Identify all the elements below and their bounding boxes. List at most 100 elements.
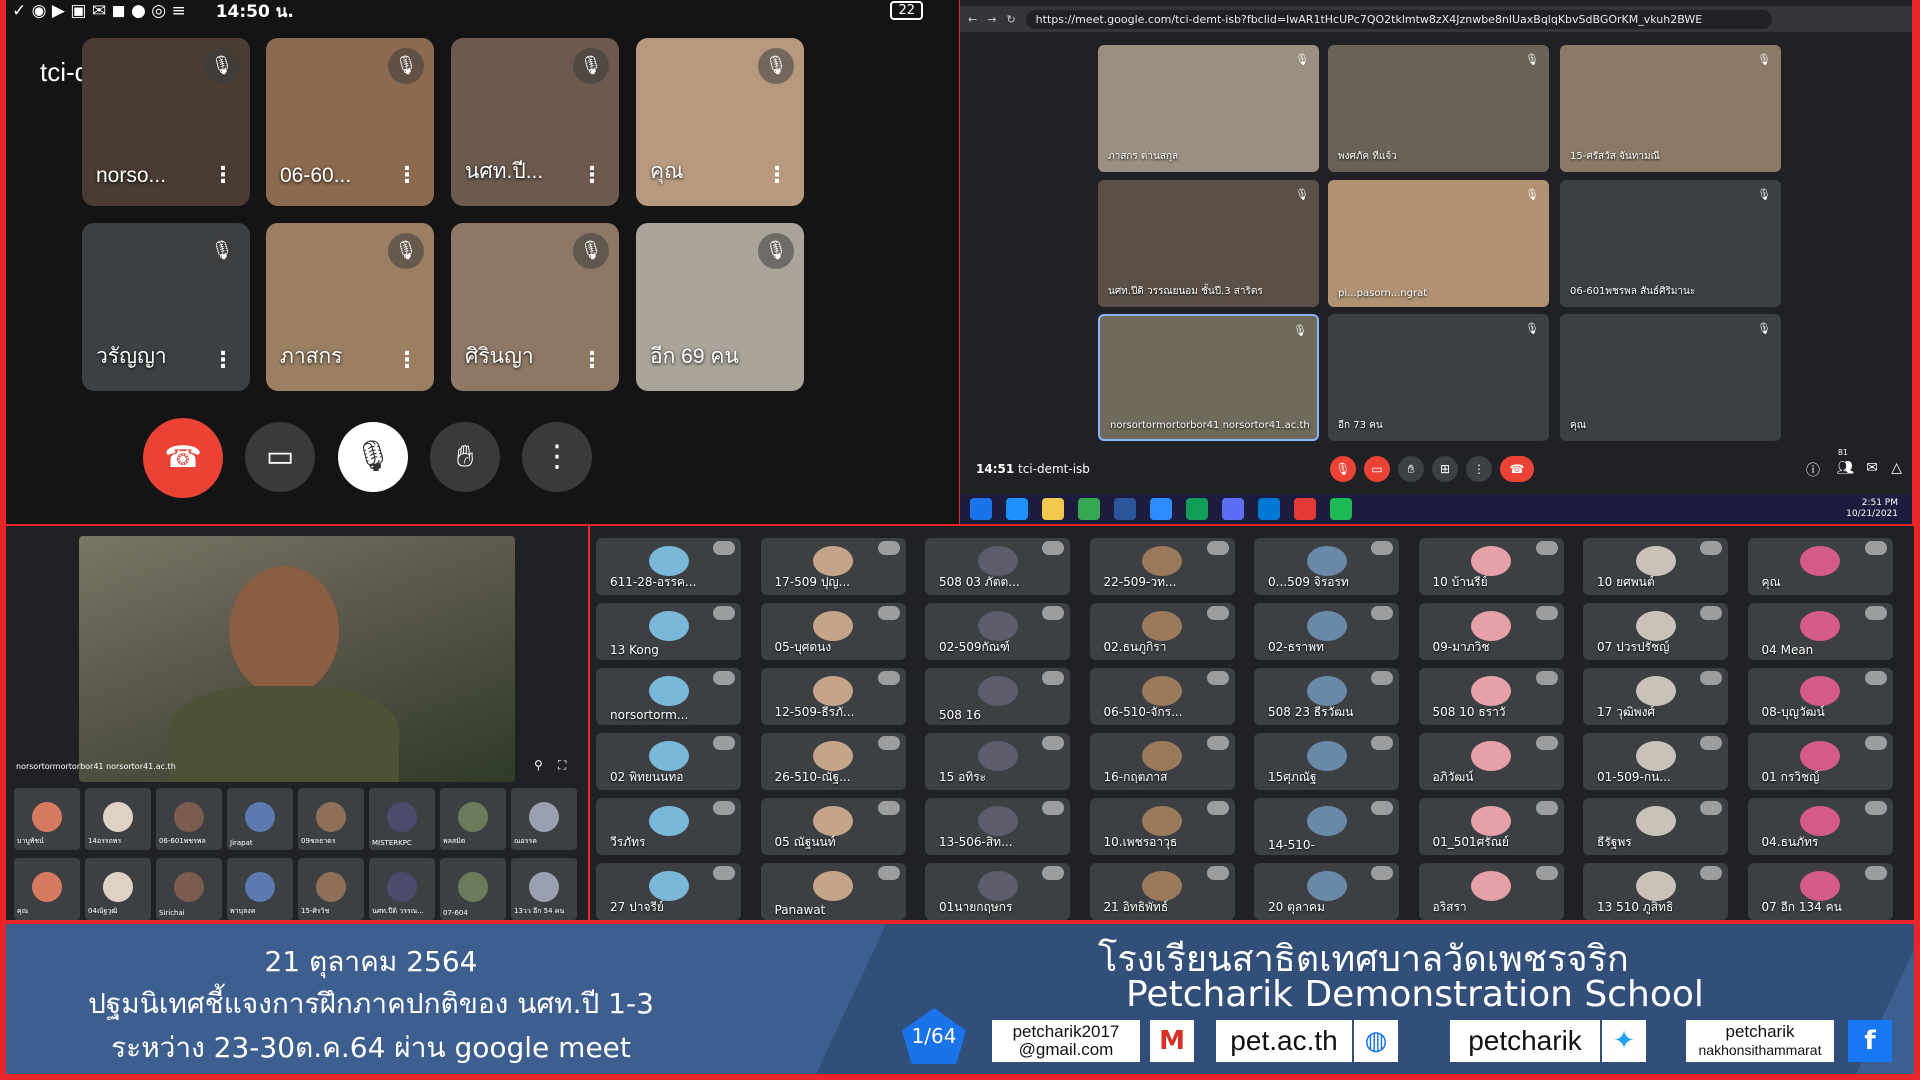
grid-participant-tile[interactable]: 20 ตุลาคม: [1254, 863, 1399, 920]
raise-hand-button[interactable]: ✋︎: [430, 422, 500, 492]
mini-participant-tile[interactable]: นศท.ปีดิ วรรณ...: [369, 858, 435, 920]
mini-participant-tile[interactable]: 13วว อีก 54 คน: [511, 858, 577, 920]
mini-participant-tile[interactable]: 15-ศิรวิช: [298, 858, 364, 920]
browser-participant-tile[interactable]: 🎙︎ norsortormortorbor41 norsortor41.ac.th: [1098, 314, 1319, 441]
mini-participant-tile[interactable]: พาบุลงค: [227, 858, 293, 920]
grid-participant-tile[interactable]: 16-กฤตภาส: [1089, 733, 1235, 790]
grid-participant-tile[interactable]: 07 ปวรปรัชญ์: [1583, 603, 1728, 660]
grid-participant-tile[interactable]: 09-มาภวิช: [1418, 603, 1564, 660]
people-icon[interactable]: 👥︎: [1836, 460, 1854, 476]
grid-participant-tile[interactable]: วีรภัทร: [596, 798, 741, 855]
grid-participant-tile[interactable]: 15 อทิระ: [925, 733, 1070, 790]
grid-participant-tile[interactable]: 508 10 ธราวั: [1418, 668, 1564, 725]
grid-participant-tile[interactable]: อภิวัฒน์: [1418, 733, 1564, 790]
present-button[interactable]: ⊞: [1432, 456, 1458, 482]
grid-participant-tile[interactable]: 01-509-กน...: [1583, 733, 1728, 790]
grid-participant-tile[interactable]: 12-509-ธีรภั...: [760, 668, 906, 725]
grid-participant-tile[interactable]: 04.ธนภัทร: [1747, 798, 1893, 855]
mini-participant-tile[interactable]: MISTERKPC: [369, 788, 435, 850]
fullscreen-icon[interactable]: ⛶: [558, 758, 566, 773]
zoom-icon[interactable]: [1150, 498, 1172, 520]
mini-participant-tile[interactable]: 14อรรถพร: [85, 788, 151, 850]
grid-participant-tile[interactable]: 508 23 ธีรวัฒน: [1254, 668, 1399, 725]
grid-participant-tile[interactable]: 21 อิทธิพัทธ์: [1089, 863, 1235, 920]
leave-call-button[interactable]: ☎: [1500, 456, 1534, 482]
word-icon[interactable]: [1114, 498, 1136, 520]
edge-icon[interactable]: [1006, 498, 1028, 520]
participant-menu-icon[interactable]: ⋮: [212, 348, 234, 373]
browser-participant-tile[interactable]: 🎙︎ pi...pasorn...ngrat: [1328, 180, 1549, 307]
grid-participant-tile[interactable]: 02 พิทยนนทอ: [596, 733, 741, 790]
mic-off-button[interactable]: 🎙︎: [1330, 456, 1356, 482]
grid-participant-tile[interactable]: อริสรา: [1418, 863, 1564, 920]
mini-participant-tile[interactable]: บาบูพัชน์: [14, 788, 80, 850]
reload-icon[interactable]: ↻: [1006, 13, 1015, 26]
grid-participant-tile[interactable]: 10 ยศพนต์: [1583, 538, 1728, 595]
phone-participant-tile[interactable]: 🎙︎ 06-60... ⋮: [266, 38, 434, 206]
camera-button[interactable]: ▭: [245, 422, 315, 492]
grid-participant-tile[interactable]: 13-506-สิท...: [925, 798, 1070, 855]
grid-participant-tile[interactable]: 13 Kong: [596, 603, 741, 660]
grid-participant-tile[interactable]: 0...509 จิรอรท: [1254, 538, 1399, 595]
phone-participant-tile[interactable]: 🎙︎ อีก 69 คน: [636, 223, 804, 391]
browser-participant-tile[interactable]: 🎙︎ ภาสกร ด่านสกุล: [1098, 45, 1319, 172]
phone-participant-tile[interactable]: 🎙︎ คุณ ⋮: [636, 38, 804, 206]
pin-icon[interactable]: ⚲: [534, 758, 543, 772]
media-icon[interactable]: [1294, 498, 1316, 520]
participant-menu-icon[interactable]: ⋮: [581, 163, 603, 188]
mini-participant-tile[interactable]: 04ณัฐวุฒิ: [85, 858, 151, 920]
phone-participant-tile[interactable]: 🎙︎ norso... ⋮: [82, 38, 250, 206]
grid-participant-tile[interactable]: ธีรัฐพร: [1583, 798, 1728, 855]
browser-participant-tile[interactable]: 🎙︎ อีก 73 คน: [1328, 314, 1549, 441]
address-bar[interactable]: https://meet.google.com/tci-demt-isb?fbc…: [1025, 9, 1772, 29]
browser-participant-tile[interactable]: 🎙︎ คุณ: [1560, 314, 1781, 441]
mini-participant-tile[interactable]: Sirichai: [156, 858, 222, 920]
grid-participant-tile[interactable]: 01นายกฤษกร: [925, 863, 1070, 920]
grid-participant-tile[interactable]: 15ศุภณัฐ: [1254, 733, 1399, 790]
camera-off-button[interactable]: ▭: [1364, 456, 1390, 482]
grid-participant-tile[interactable]: 26-510-ณัฐ...: [760, 733, 906, 790]
spotify-icon[interactable]: [1330, 498, 1352, 520]
mini-participant-tile[interactable]: ณอรรค: [511, 788, 577, 850]
grid-participant-tile[interactable]: 14-510-: [1254, 798, 1399, 855]
grid-participant-tile[interactable]: 17-509 ปุญ...: [760, 538, 906, 595]
info-icon[interactable]: ⓘ: [1806, 460, 1820, 480]
activities-icon[interactable]: △: [1891, 460, 1902, 476]
browser-participant-tile[interactable]: 🎙︎ พงศภัค ทีแจ้ว: [1328, 45, 1549, 172]
browser-participant-tile[interactable]: 🎙︎ 06-601พชรพล สันธ์ศิริมานะ: [1560, 180, 1781, 307]
browser-participant-tile[interactable]: 🎙︎ 15-ศรัสวัส จันทามณี: [1560, 45, 1781, 172]
grid-participant-tile[interactable]: 04 Mean: [1747, 603, 1893, 660]
participant-menu-icon[interactable]: ⋮: [396, 163, 418, 188]
mini-participant-tile[interactable]: คุณ: [14, 858, 80, 920]
grid-participant-tile[interactable]: 01 กรวิชญ์: [1747, 733, 1893, 790]
grid-participant-tile[interactable]: 611-28-อรรค...: [596, 538, 741, 595]
mini-participant-tile[interactable]: 07-604: [440, 858, 506, 920]
more-options-button[interactable]: ⋮: [522, 422, 592, 492]
grid-participant-tile[interactable]: 06-510-จักร...: [1089, 668, 1235, 725]
grid-participant-tile[interactable]: 508 03 ภัตต...: [925, 538, 1070, 595]
drive-icon[interactable]: [1186, 498, 1208, 520]
grid-participant-tile[interactable]: 02-ธราพท: [1254, 603, 1399, 660]
raise-hand-button[interactable]: ✋︎: [1398, 456, 1424, 482]
start-icon[interactable]: [970, 498, 992, 520]
grid-participant-tile[interactable]: คุณ: [1747, 538, 1893, 595]
app-icon[interactable]: [1222, 498, 1244, 520]
mini-participant-tile[interactable]: 06-601พชรพล: [156, 788, 222, 850]
grid-participant-tile[interactable]: 08-บุญวัฒน์: [1747, 668, 1893, 725]
grid-participant-tile[interactable]: 13 510 ภูสิทธิ: [1583, 863, 1728, 920]
grid-participant-tile[interactable]: 10 บ้านรีย์: [1418, 538, 1564, 595]
grid-participant-tile[interactable]: 05 ณัฐนนท์: [760, 798, 906, 855]
chrome-icon[interactable]: [1078, 498, 1100, 520]
phone-participant-tile[interactable]: 🎙︎ ศิรินญา ⋮: [451, 223, 619, 391]
participant-menu-icon[interactable]: ⋮: [396, 348, 418, 373]
forward-icon[interactable]: →: [987, 13, 996, 26]
grid-participant-tile[interactable]: 17 วุฒิพงศ์: [1583, 668, 1728, 725]
browser-icon[interactable]: [1258, 498, 1280, 520]
mini-participant-tile[interactable]: Jirapat: [227, 788, 293, 850]
chat-icon[interactable]: ✉: [1866, 460, 1878, 476]
grid-participant-tile[interactable]: 27 ปาจรีย์: [596, 863, 741, 920]
grid-participant-tile[interactable]: 22-509-วท...: [1089, 538, 1235, 595]
grid-participant-tile[interactable]: 01_501ศรัณย์: [1418, 798, 1564, 855]
mini-participant-tile[interactable]: พลสมิต: [440, 788, 506, 850]
grid-participant-tile[interactable]: 02.ธนภูกิรา: [1089, 603, 1235, 660]
